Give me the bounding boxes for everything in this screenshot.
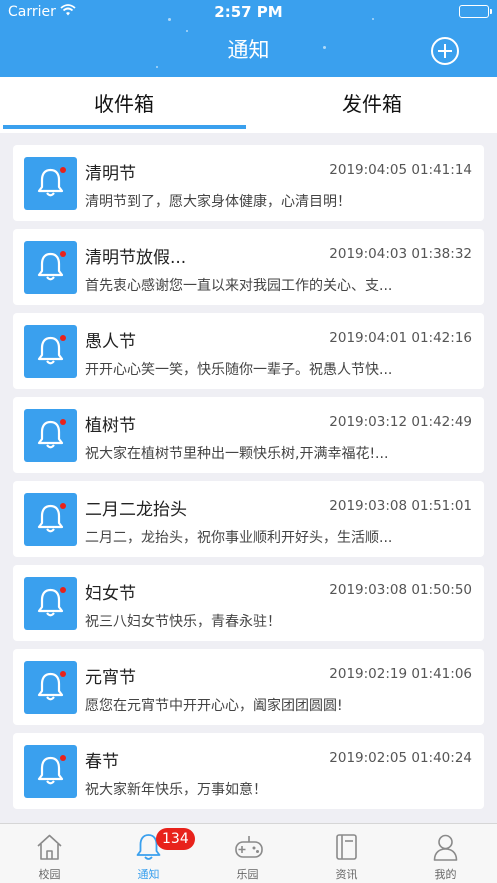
status-bar: Carrier 2:57 PM — [0, 0, 497, 24]
notice-summary: 清明节到了，愿大家身体健康，心清目明！ — [85, 194, 351, 210]
bell-icon — [24, 661, 77, 714]
notice-time: 2019:04:05 01:41:14 — [329, 162, 472, 178]
notice-title: 清明节放假... — [85, 248, 187, 268]
bell-icon — [24, 409, 77, 462]
notice-summary: 祝大家在植树节里种出一颗快乐树,开满幸福花!... — [85, 446, 389, 462]
unread-count-badge: 134 — [156, 828, 195, 850]
notice-item[interactable]: 二月二龙抬头 2019:03:08 01:51:01 二月二，龙抬头，祝你事业顺… — [13, 481, 484, 557]
notice-time: 2019:04:03 01:38:32 — [329, 246, 472, 262]
notice-title: 清明节 — [85, 164, 136, 184]
user-icon — [433, 834, 458, 861]
notice-time: 2019:03:08 01:51:01 — [329, 498, 472, 514]
notice-time: 2019:02:05 01:40:24 — [329, 750, 472, 766]
unread-dot — [60, 335, 66, 341]
book-icon — [336, 834, 357, 860]
unread-dot — [60, 503, 66, 509]
notice-item[interactable]: 清明节放假... 2019:04:03 01:38:32 首先衷心感谢您一直以来… — [13, 229, 484, 305]
bell-icon — [24, 745, 77, 798]
status-time: 2:57 PM — [214, 3, 283, 21]
home-icon — [37, 834, 62, 860]
tabbar-label: 我的 — [434, 868, 457, 881]
add-notice-button[interactable] — [431, 37, 459, 65]
notice-item[interactable]: 清明节 2019:04:05 01:41:14 清明节到了，愿大家身体健康，心清… — [13, 145, 484, 221]
notice-title: 植树节 — [85, 416, 136, 436]
tabbar-item-news[interactable]: 资讯 — [297, 824, 396, 883]
app-header: Carrier 2:57 PM 通知 — [0, 0, 497, 77]
notice-list[interactable]: 清明节 2019:04:05 01:41:14 清明节到了，愿大家身体健康，心清… — [0, 133, 497, 823]
notice-title: 妇女节 — [85, 584, 136, 604]
bottom-tab-bar: 校园 通知 134 乐园 资讯 我的 — [0, 823, 497, 883]
notice-title: 愚人节 — [85, 332, 136, 352]
bell-icon — [24, 325, 77, 378]
bell-icon — [24, 157, 77, 210]
unread-dot — [60, 251, 66, 257]
header-decoration — [156, 66, 158, 68]
notice-title: 春节 — [85, 752, 119, 772]
tab-outbox[interactable]: 发件箱 — [248, 77, 496, 133]
notice-time: 2019:02:19 01:41:06 — [329, 666, 472, 682]
notice-summary: 开开心心笑一笑，快乐随你一辈子。祝愚人节快... — [85, 362, 393, 378]
notice-time: 2019:03:08 01:50:50 — [329, 582, 472, 598]
notice-item[interactable]: 元宵节 2019:02:19 01:41:06 愿您在元宵节中开开心心，阖家团团… — [13, 649, 484, 725]
notice-summary: 二月二，龙抬头，祝你事业顺利开好头，生活顺... — [85, 530, 393, 546]
tabbar-label: 资讯 — [335, 868, 358, 881]
bell-icon — [24, 493, 77, 546]
tabbar-item-mine[interactable]: 我的 — [396, 824, 495, 883]
tabbar-label: 乐园 — [236, 868, 259, 881]
header-decoration — [186, 30, 188, 32]
notice-summary: 首先衷心感谢您一直以来对我园工作的关心、支... — [85, 278, 393, 294]
unread-dot — [60, 167, 66, 173]
notice-item[interactable]: 植树节 2019:03:12 01:42:49 祝大家在植树节里种出一颗快乐树,… — [13, 397, 484, 473]
unread-dot — [60, 587, 66, 593]
bell-icon — [24, 241, 77, 294]
notice-title: 元宵节 — [85, 668, 136, 688]
notice-time: 2019:04:01 01:42:16 — [329, 330, 472, 346]
notice-summary: 愿您在元宵节中开开心心，阖家团团圆圆! — [85, 698, 343, 714]
notice-item[interactable]: 愚人节 2019:04:01 01:42:16 开开心心笑一笑，快乐随你一辈子。… — [13, 313, 484, 389]
notice-time: 2019:03:12 01:42:49 — [329, 414, 472, 430]
unread-dot — [60, 755, 66, 761]
active-tab-indicator — [3, 125, 246, 129]
unread-dot — [60, 419, 66, 425]
notice-title: 二月二龙抬头 — [85, 500, 187, 520]
battery-icon — [459, 5, 492, 18]
notice-summary: 祝三八妇女节快乐，青春永驻！ — [85, 614, 281, 630]
gamepad-icon — [235, 836, 263, 858]
notice-summary: 祝大家新年快乐，万事如意！ — [85, 782, 267, 798]
tabbar-label: 通知 — [137, 868, 160, 881]
page-title: 通知 — [227, 38, 270, 62]
notice-item[interactable]: 春节 2019:02:05 01:40:24 祝大家新年快乐，万事如意！ — [13, 733, 484, 809]
tabbar-label: 校园 — [38, 868, 61, 881]
bell-icon — [24, 577, 77, 630]
notice-item[interactable]: 妇女节 2019:03:08 01:50:50 祝三八妇女节快乐，青春永驻！ — [13, 565, 484, 641]
unread-dot — [60, 671, 66, 677]
tabbar-item-playground[interactable]: 乐园 — [198, 824, 297, 883]
tabbar-item-campus[interactable]: 校园 — [0, 824, 99, 883]
